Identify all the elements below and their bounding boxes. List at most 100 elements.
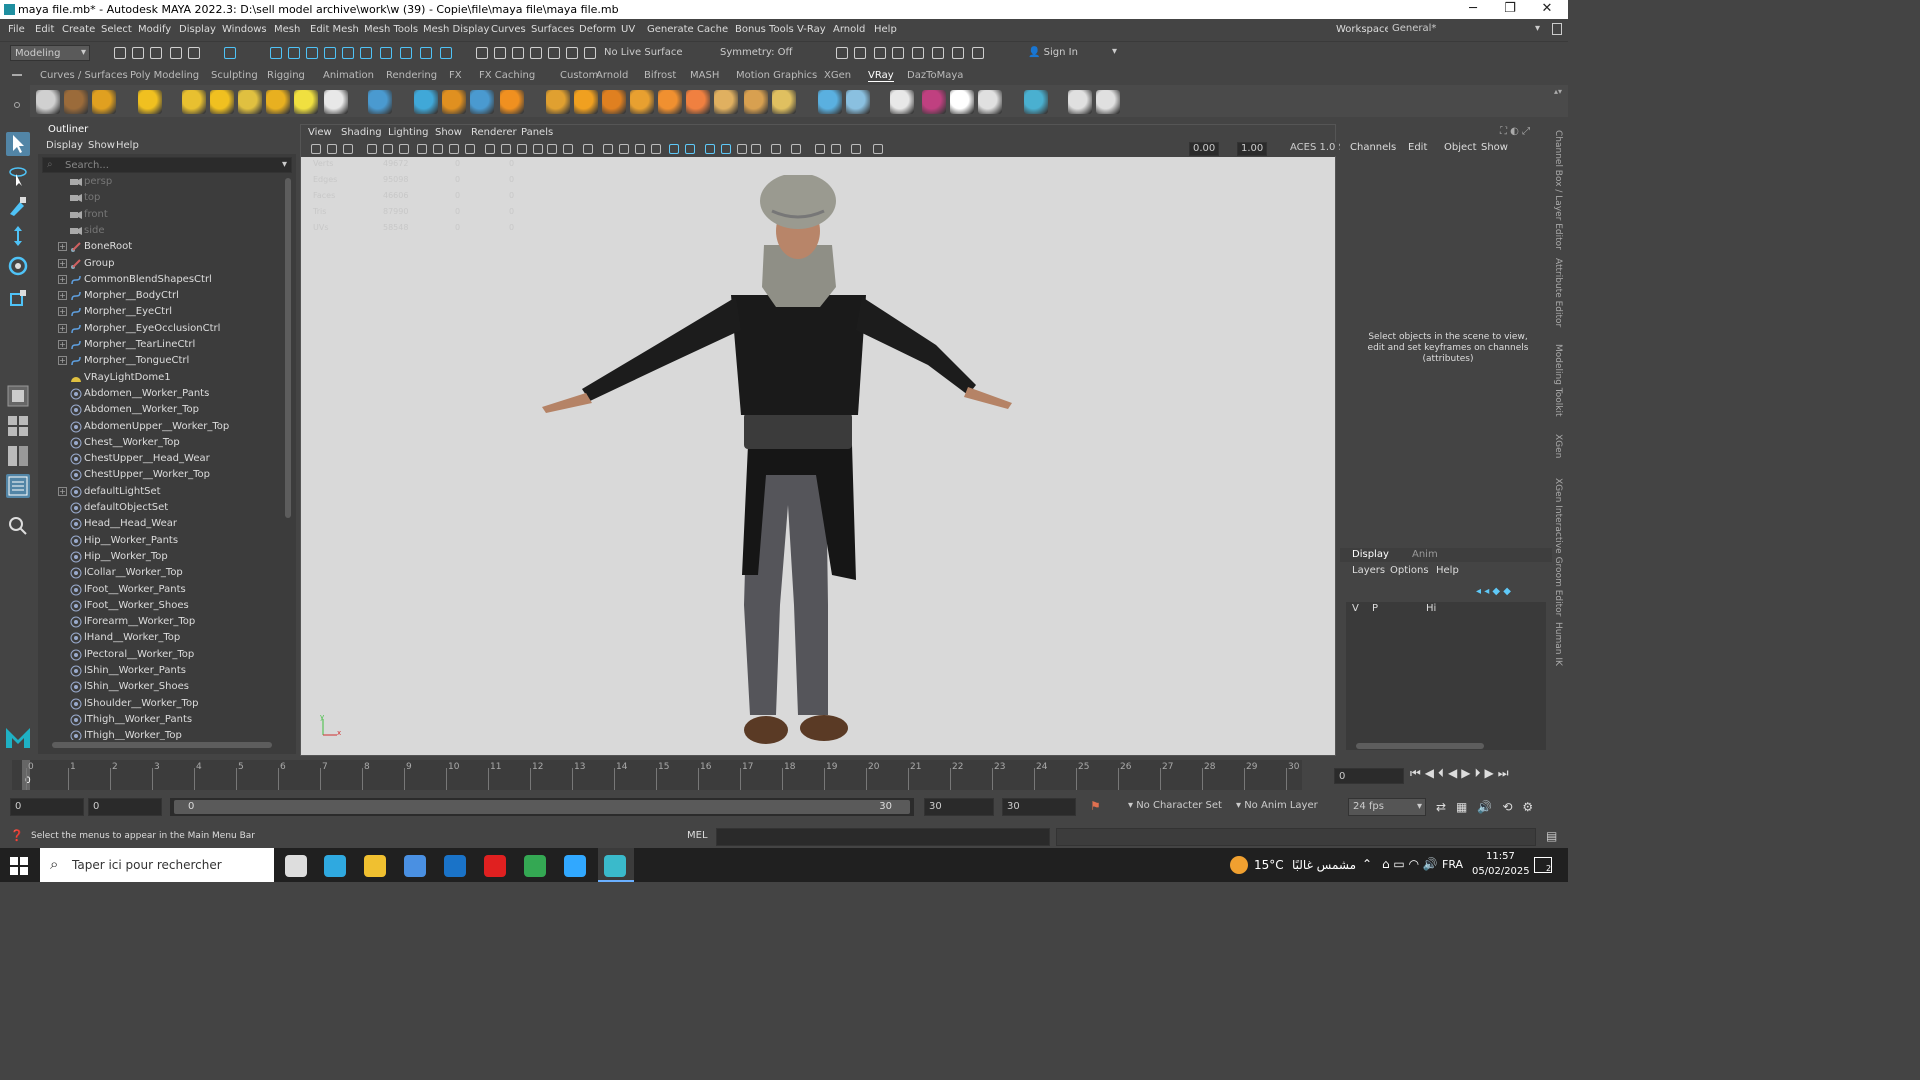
viewport-tool-icon[interactable] xyxy=(685,144,695,154)
outliner-item[interactable]: defaultObjectSet xyxy=(38,500,284,516)
status-tool-icon[interactable] xyxy=(952,47,964,59)
status-tool-icon[interactable] xyxy=(494,47,506,59)
outliner-item[interactable]: lShin__Worker_Shoes xyxy=(38,679,284,695)
viewport-tool-icon[interactable] xyxy=(367,144,377,154)
expand-toggle-icon[interactable]: + xyxy=(58,291,67,301)
command-line-input[interactable] xyxy=(716,828,1050,846)
outliner-hscroll-thumb[interactable] xyxy=(52,742,272,748)
menu-select[interactable]: Select xyxy=(101,24,132,35)
menu-modify[interactable]: Modify xyxy=(138,24,171,35)
microsoft-store-icon[interactable] xyxy=(404,855,426,877)
shelf-tool-icon[interactable] xyxy=(846,90,870,114)
shelf-tool-icon[interactable] xyxy=(574,90,598,114)
side-tab-human-ik[interactable]: Human IK xyxy=(1553,622,1563,666)
shelf-tab-custom[interactable]: Custom xyxy=(560,70,598,81)
weather-description[interactable]: مشمس غالبًا xyxy=(1292,858,1356,872)
task-view-icon[interactable] xyxy=(285,855,307,877)
expand-toggle-icon[interactable]: + xyxy=(58,307,67,317)
range-slider-handle[interactable]: 0 30 xyxy=(174,800,910,814)
menu-deform[interactable]: Deform xyxy=(579,24,616,35)
menu-curves[interactable]: Curves xyxy=(491,24,526,35)
viewport-tool-icon[interactable] xyxy=(327,144,337,154)
shelf-tool-icon[interactable] xyxy=(658,90,682,114)
windows-start-icon[interactable] xyxy=(10,857,28,875)
shelf-tool-icon[interactable] xyxy=(818,90,842,114)
viewport-tool-icon[interactable] xyxy=(485,144,495,154)
status-tool-icon[interactable] xyxy=(270,47,282,59)
minimize-button[interactable]: ─ xyxy=(1458,1,1488,16)
outliner-item[interactable]: lThigh__Worker_Pants xyxy=(38,712,284,728)
outliner-item[interactable]: + Morpher__TearLineCtrl xyxy=(38,337,284,353)
anim-layer-dropdown[interactable]: ▾ No Anim Layer xyxy=(1232,798,1336,816)
expand-toggle-icon[interactable]: + xyxy=(58,323,67,333)
viewport-tool-icon[interactable] xyxy=(311,144,321,154)
status-tool-icon[interactable] xyxy=(440,47,452,59)
viewport-tool-icon[interactable] xyxy=(791,144,801,154)
file-explorer-icon[interactable] xyxy=(364,855,386,877)
outliner-menu-help[interactable]: Help xyxy=(116,140,139,151)
photoshop-icon[interactable] xyxy=(564,855,586,877)
outliner-item[interactable]: Hip__Worker_Top xyxy=(38,549,284,565)
menu-mesh-tools[interactable]: Mesh Tools xyxy=(364,24,418,35)
outliner-item[interactable]: persp xyxy=(38,174,284,190)
clock-time[interactable]: 11:57 xyxy=(1486,851,1515,862)
expand-toggle-icon[interactable]: + xyxy=(58,242,67,252)
status-tool-icon[interactable] xyxy=(476,47,488,59)
status-tool-icon[interactable] xyxy=(114,47,126,59)
outliner-item[interactable]: lCollar__Worker_Top xyxy=(38,565,284,581)
side-tab-channel-box-layer-editor[interactable]: Channel Box / Layer Editor xyxy=(1553,130,1563,250)
status-tool-icon[interactable] xyxy=(972,47,984,59)
viewport-tool-icon[interactable] xyxy=(851,144,861,154)
channel-box-menu-object[interactable]: Object xyxy=(1444,142,1477,153)
shelf-tab-mash[interactable]: MASH xyxy=(690,70,719,81)
lock-icon[interactable] xyxy=(1552,23,1562,35)
gamma-field[interactable]: 1.00 xyxy=(1237,142,1267,156)
outliner-item[interactable]: front xyxy=(38,207,284,223)
side-tab-attribute-editor[interactable]: Attribute Editor xyxy=(1553,258,1563,327)
viewport-tool-icon[interactable] xyxy=(771,144,781,154)
outliner-item[interactable]: Abdomen__Worker_Top xyxy=(38,402,284,418)
viewport-tool-icon[interactable] xyxy=(449,144,459,154)
chrome-browser-icon[interactable] xyxy=(524,855,546,877)
viewport-menu-show[interactable]: Show xyxy=(435,127,462,138)
expand-toggle-icon[interactable]: + xyxy=(58,274,67,284)
status-tool-icon[interactable] xyxy=(854,47,866,59)
channel-box-menu-edit[interactable]: Edit xyxy=(1408,142,1427,153)
shelf-tool-icon[interactable] xyxy=(470,90,494,114)
shelf-tool-icon[interactable] xyxy=(772,90,796,114)
outliner-menu-show[interactable]: Show xyxy=(88,140,115,151)
status-tool-icon[interactable] xyxy=(224,47,236,59)
expand-toggle-icon[interactable]: + xyxy=(58,356,67,366)
scene-end-field[interactable]: 30 xyxy=(1002,798,1076,816)
viewport-menu-lighting[interactable]: Lighting xyxy=(388,127,428,138)
shelf-tab-poly-modeling[interactable]: Poly Modeling xyxy=(130,70,199,81)
command-language-label[interactable]: MEL xyxy=(687,830,708,841)
auto-key-icon[interactable]: ⚑ xyxy=(1090,799,1106,815)
viewport-tool-icon[interactable] xyxy=(815,144,825,154)
status-tool-icon[interactable] xyxy=(548,47,560,59)
status-tool-icon[interactable] xyxy=(874,47,886,59)
shelf-tab-fx-caching[interactable]: FX Caching xyxy=(479,70,535,81)
four-view-layout-icon[interactable] xyxy=(6,414,30,438)
shelf-tool-icon[interactable] xyxy=(36,90,60,114)
status-tool-icon[interactable] xyxy=(530,47,542,59)
layer-hscroll-thumb[interactable] xyxy=(1356,743,1484,749)
channel-box-menu-channels[interactable]: Channels xyxy=(1350,142,1396,153)
workspace-dropdown[interactable]: General* ▾ xyxy=(1388,21,1544,38)
select-tool-icon[interactable] xyxy=(6,132,30,156)
outliner-menu-display[interactable]: Display xyxy=(46,140,83,151)
viewport-menu-panels[interactable]: Panels xyxy=(521,127,553,138)
move-tool-icon[interactable] xyxy=(6,224,30,248)
channel-box-toggle-icons[interactable]: ⛶ ◐ ⤢ xyxy=(1500,126,1552,138)
persp-graph-layout-icon[interactable] xyxy=(6,444,30,468)
edge-browser-icon[interactable] xyxy=(324,855,346,877)
shelf-tool-icon[interactable] xyxy=(266,90,290,114)
status-tool-icon[interactable] xyxy=(170,47,182,59)
shelf-tool-icon[interactable] xyxy=(238,90,262,114)
outliner-item[interactable]: + Morpher__TongueCtrl xyxy=(38,353,284,369)
shelf-tool-icon[interactable] xyxy=(1024,90,1048,114)
menu-windows[interactable]: Windows xyxy=(222,24,267,35)
viewport-tool-icon[interactable] xyxy=(705,144,715,154)
viewport-tool-icon[interactable] xyxy=(383,144,393,154)
menu-v-ray[interactable]: V-Ray xyxy=(797,24,826,35)
